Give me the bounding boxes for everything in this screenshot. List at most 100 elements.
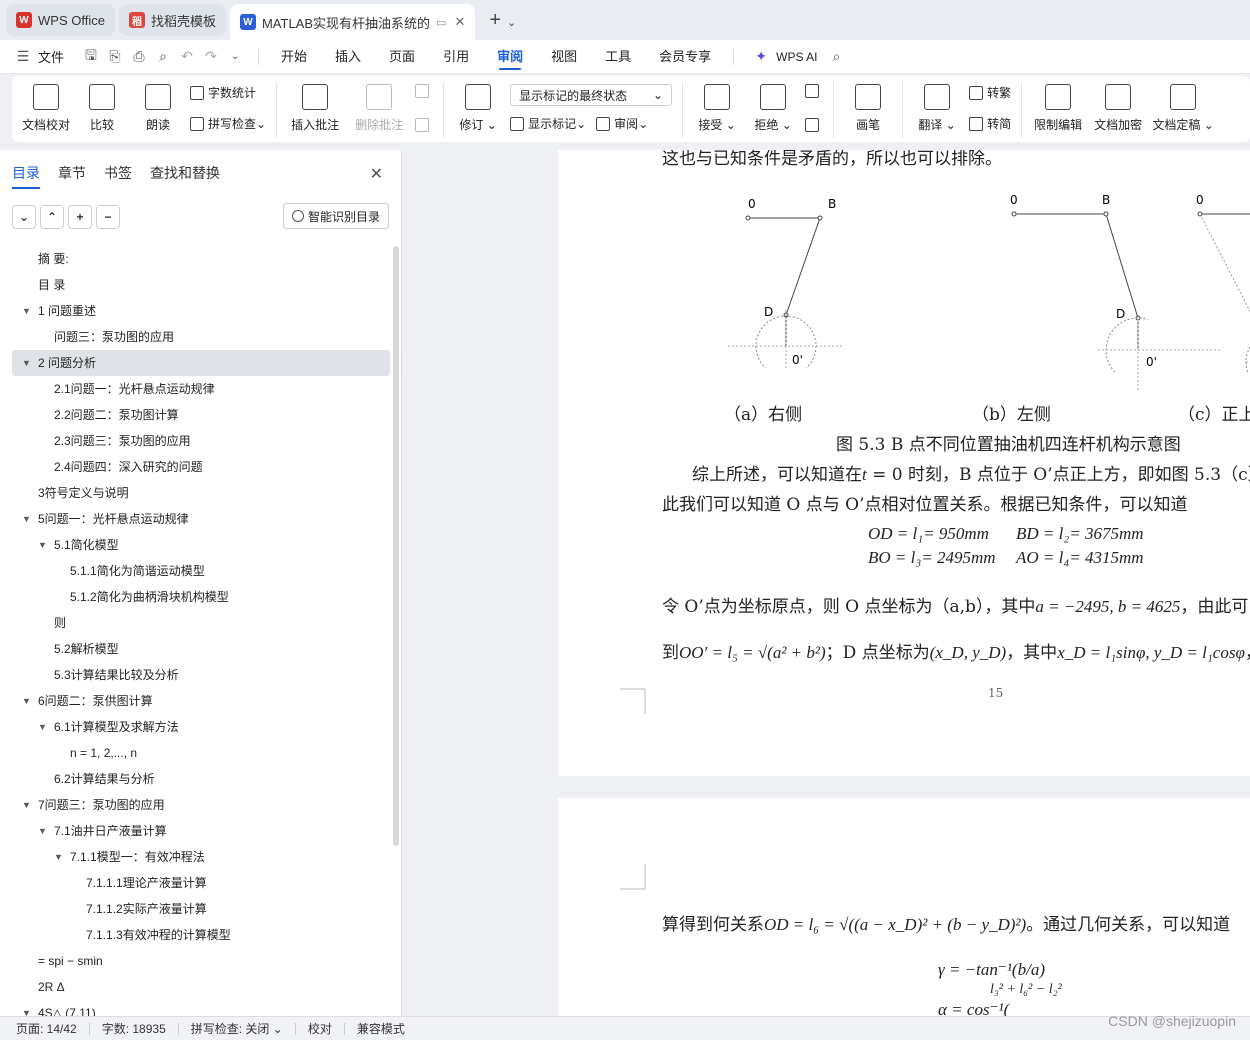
tab-tools[interactable]: 工具	[605, 40, 631, 74]
tab-page[interactable]: 页面	[389, 40, 415, 74]
markup-state-select[interactable]: 显示标记的最终状态 ⌄	[510, 84, 673, 106]
expand-arrow-icon[interactable]: ▼	[22, 350, 31, 376]
next-comment-button[interactable]	[415, 118, 433, 132]
pen-button[interactable]: 画笔	[840, 82, 896, 133]
toc-item[interactable]: ▼ 4S△ (7.11)	[12, 1000, 390, 1016]
tab-member[interactable]: 会员专享	[659, 40, 711, 74]
redo-icon[interactable]: ↷	[202, 48, 220, 66]
show-markup-button[interactable]: 显示标记 ⌄	[510, 115, 586, 132]
toc-item[interactable]: 摘 要:	[12, 246, 390, 272]
tab-bookmarks[interactable]: 书签	[104, 163, 132, 183]
encrypt-button[interactable]: 文档加密	[1088, 82, 1148, 133]
toc-item[interactable]: ▼ 1 问题重述	[12, 298, 390, 324]
toc-item[interactable]: n = 1, 2,..., n	[12, 740, 390, 766]
revise-button[interactable]: 修订 ⌄	[450, 82, 506, 133]
chevron-down-icon[interactable]: ⌄	[12, 205, 36, 229]
chevron-down-icon[interactable]: ⌄	[226, 48, 244, 66]
print-icon[interactable]: ⎙	[130, 48, 148, 66]
expand-arrow-icon[interactable]: ▼	[22, 298, 31, 324]
minus-icon[interactable]: −	[96, 205, 120, 229]
expand-arrow-icon[interactable]: ▼	[38, 818, 47, 844]
insert-comment-button[interactable]: 插入批注	[283, 82, 347, 133]
delete-comment-button[interactable]: 删除批注	[347, 82, 411, 133]
restrict-edit-button[interactable]: 限制编辑	[1028, 82, 1088, 133]
toc-item[interactable]: 2.1问题一：光杆悬点运动规律	[12, 376, 390, 402]
reject-button[interactable]: 拒绝 ⌄	[745, 82, 801, 133]
expand-arrow-icon[interactable]: ▼	[54, 844, 63, 870]
toc-item[interactable]: 7.1.1.2实际产液量计算	[12, 896, 390, 922]
toc-item[interactable]: ▼ 5.1简化模型	[12, 532, 390, 558]
search-icon[interactable]: ⌕	[827, 48, 845, 66]
spell-check-indicator[interactable]: 拼写检查: 关闭 ⌄	[191, 1020, 283, 1037]
word-count-button[interactable]: 字数统计	[190, 84, 266, 101]
smart-toc-button[interactable]: 智能识别目录	[282, 203, 389, 229]
expand-arrow-icon[interactable]: ▼	[22, 1000, 31, 1016]
toc-item[interactable]: ▼ 2 问题分析	[12, 350, 390, 376]
toc-item[interactable]: 7.1.1.1理论产液量计算	[12, 870, 390, 896]
plus-icon[interactable]: +	[68, 205, 92, 229]
print-preview-icon[interactable]: ⌕	[154, 48, 172, 66]
finalize-button[interactable]: 文档定稿 ⌄	[1148, 82, 1218, 133]
page-indicator[interactable]: 页面: 14/42	[16, 1020, 77, 1037]
toc-item[interactable]: 7.1.1.3有效冲程的计算模型	[12, 922, 390, 948]
new-tab-button[interactable]: +	[489, 9, 501, 32]
review-pane-button[interactable]: 审阅 ⌄	[596, 115, 648, 132]
file-menu[interactable]: ☰ 文件	[14, 47, 64, 66]
toc-item[interactable]: 2R Δ	[12, 974, 390, 1000]
wps-ai-button[interactable]: ✦ WPS AI	[752, 48, 817, 66]
tab-references[interactable]: 引用	[443, 40, 469, 74]
tab-wps-office[interactable]: W WPS Office	[6, 4, 115, 36]
toc-item[interactable]: 5.1.2简化为曲柄滑块机构模型	[12, 584, 390, 610]
toc-item[interactable]: 目 录	[12, 272, 390, 298]
document-page[interactable]: 这也与已知条件是矛盾的，所以也可以排除。 0 B D 0' 0 B D 0' 0…	[558, 150, 1250, 776]
toc-item[interactable]: 5.1.1简化为简谐运动模型	[12, 558, 390, 584]
next-change-button[interactable]	[805, 118, 823, 132]
toc-item[interactable]: 问题三：泵功图的应用	[12, 324, 390, 350]
toc-item[interactable]: = spi − smin	[12, 948, 390, 974]
toc-item[interactable]: 6.2计算结果与分析	[12, 766, 390, 792]
toc-item[interactable]: 则	[12, 610, 390, 636]
tab-review[interactable]: 审阅	[497, 40, 523, 74]
document-page[interactable]: 算得到何关系OD = l₆ = √((a − x_D)² + (b − y_D)…	[558, 798, 1250, 1016]
compare-button[interactable]: 比较	[74, 82, 130, 133]
spell-check-button[interactable]: 拼写检查 ⌄	[190, 115, 266, 132]
tab-toc[interactable]: 目录	[12, 163, 40, 189]
accept-button[interactable]: 接受 ⌄	[689, 82, 745, 133]
doc-check-button[interactable]: 文档校对	[18, 82, 74, 133]
tab-document[interactable]: W MATLAB实现有杆抽油系统的 ▭ ✕	[229, 4, 476, 40]
tab-home[interactable]: 开始	[281, 40, 307, 74]
undo-icon[interactable]: ↶	[178, 48, 196, 66]
to-simplified-button[interactable]: 转简	[969, 115, 1011, 132]
toc-item[interactable]: ▼ 7问题三：泵功图的应用	[12, 792, 390, 818]
close-icon[interactable]: ✕	[454, 14, 465, 30]
to-traditional-button[interactable]: 转繁	[969, 84, 1011, 101]
toc-item[interactable]: 3符号定义与说明	[12, 480, 390, 506]
tab-view[interactable]: 视图	[551, 40, 577, 74]
tab-chapters[interactable]: 章节	[58, 163, 86, 183]
expand-arrow-icon[interactable]: ▼	[38, 714, 47, 740]
tab-template[interactable]: 稻 找稻壳模板	[118, 4, 226, 36]
toc-item[interactable]: 2.4问题四：深入研究的问题	[12, 454, 390, 480]
prev-change-button[interactable]	[805, 84, 823, 98]
toc-item[interactable]: 5.3计算结果比较及分析	[12, 662, 390, 688]
toc-item[interactable]: ▼ 6问题二：泵供图计算	[12, 688, 390, 714]
expand-arrow-icon[interactable]: ▼	[22, 792, 31, 818]
tab-insert[interactable]: 插入	[335, 40, 361, 74]
tab-find-replace[interactable]: 查找和替换	[150, 163, 220, 183]
save-icon[interactable]: 🖫	[82, 47, 100, 66]
expand-arrow-icon[interactable]: ▼	[38, 532, 47, 558]
toc-item[interactable]: 2.3问题三：泵功图的应用	[12, 428, 390, 454]
chevron-down-icon[interactable]: ⌄	[507, 16, 516, 29]
export-icon[interactable]: ⎘	[106, 48, 124, 66]
prev-comment-button[interactable]	[415, 84, 433, 98]
close-icon[interactable]: ✕	[370, 164, 383, 184]
toc-item[interactable]: ▼ 7.1油井日产液量计算	[12, 818, 390, 844]
toc-item[interactable]: 2.2问题二：泵功图计算	[12, 402, 390, 428]
expand-arrow-icon[interactable]: ▼	[22, 688, 31, 714]
toc-item[interactable]: ▼ 6.1计算模型及求解方法	[12, 714, 390, 740]
expand-arrow-icon[interactable]: ▼	[22, 506, 31, 532]
translate-button[interactable]: 翻译 ⌄	[909, 82, 965, 133]
chevron-up-icon[interactable]: ⌃	[40, 205, 64, 229]
proofread-button[interactable]: 校对	[308, 1020, 332, 1037]
toc-scrollbar[interactable]	[393, 246, 399, 846]
